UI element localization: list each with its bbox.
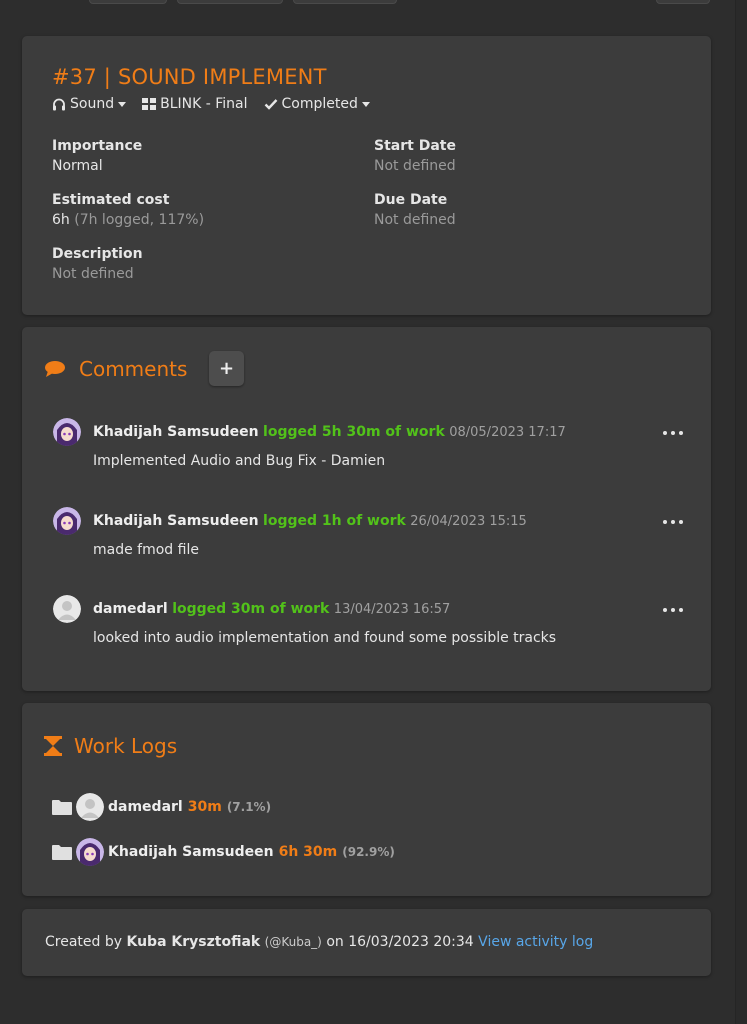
created-date: on 16/03/2023 20:34 bbox=[326, 934, 474, 950]
estimated-cost-field: Estimated cost 6h (7h logged, 117%) bbox=[52, 190, 204, 230]
creator-handle: (@Kuba_) bbox=[264, 935, 322, 949]
worklog-row[interactable]: Khadijah Samsudeen 6h 30m (92.9%) bbox=[52, 838, 395, 866]
comment-logged-work: logged 5h 30m of work bbox=[263, 424, 445, 440]
hourglass-icon bbox=[44, 736, 62, 756]
created-by-label: Created by bbox=[45, 934, 123, 950]
creator-name[interactable]: Kuba Krysztofiak bbox=[126, 934, 260, 950]
task-meta-row: Sound BLINK - Final Completed bbox=[52, 96, 386, 112]
user-avatar[interactable] bbox=[53, 418, 81, 446]
category-dropdown[interactable]: Sound bbox=[52, 96, 127, 112]
description-value: Not defined bbox=[52, 266, 134, 282]
estimated-cost-label: Estimated cost bbox=[52, 192, 170, 208]
top-tab-1[interactable] bbox=[89, 0, 167, 4]
comments-panel: Comments + Khadijah Samsudeen logged 5h … bbox=[22, 327, 711, 691]
top-tab-2[interactable] bbox=[177, 0, 283, 4]
comment-header: Khadijah Samsudeen logged 1h of work 26/… bbox=[93, 513, 527, 529]
more-options-icon[interactable] bbox=[663, 605, 683, 615]
due-date-label: Due Date bbox=[374, 192, 448, 208]
more-options-icon[interactable] bbox=[663, 517, 683, 527]
worklog-user: damedarl bbox=[108, 799, 183, 815]
board-link[interactable]: BLINK - Final bbox=[142, 96, 248, 112]
worklogs-title: Work Logs bbox=[74, 734, 178, 758]
user-avatar bbox=[76, 793, 104, 821]
worklog-percent: (7.1%) bbox=[226, 800, 272, 814]
worklog-percent: (92.9%) bbox=[342, 845, 395, 859]
comments-header: Comments bbox=[44, 357, 187, 381]
description-field: Description Not defined bbox=[52, 244, 143, 284]
created-info-panel: Created by Kuba Krysztofiak (@Kuba_) on … bbox=[22, 909, 711, 976]
comment-text: looked into audio implementation and fou… bbox=[93, 630, 557, 646]
estimated-cost-value-row: 6h (7h logged, 117%) bbox=[52, 210, 204, 230]
category-label: Sound bbox=[70, 96, 115, 112]
user-avatar[interactable] bbox=[53, 595, 81, 623]
comment-header: damedarl logged 30m of work 13/04/2023 1… bbox=[93, 601, 450, 617]
worklog-user: Khadijah Samsudeen bbox=[108, 844, 274, 860]
comment-author[interactable]: Khadijah Samsudeen bbox=[93, 424, 259, 440]
status-dropdown[interactable]: Completed bbox=[264, 96, 370, 112]
worklogs-header: Work Logs bbox=[44, 734, 177, 758]
top-tab-4[interactable] bbox=[656, 0, 710, 4]
comment-timestamp: 08/05/2023 17:17 bbox=[449, 425, 566, 440]
plus-icon: + bbox=[218, 357, 235, 379]
chevron-down-icon bbox=[361, 102, 370, 107]
comment-text: Implemented Audio and Bug Fix - Damien bbox=[93, 453, 386, 469]
created-info: Created by Kuba Krysztofiak (@Kuba_) on … bbox=[45, 934, 593, 950]
worklogs-panel: Work Logs damedarl 30m (7.1%) Khadijah S… bbox=[22, 703, 711, 896]
board-grid-icon bbox=[142, 98, 157, 110]
folder-icon bbox=[52, 845, 72, 860]
description-label: Description bbox=[52, 246, 143, 262]
estimated-cost-logged: (7h logged, 117%) bbox=[74, 212, 205, 228]
start-date-value: Not defined bbox=[374, 158, 456, 174]
comment-author[interactable]: damedarl bbox=[93, 601, 168, 617]
view-activity-log-link[interactable]: View activity log bbox=[478, 934, 593, 950]
importance-value: Normal bbox=[52, 158, 103, 174]
comment-timestamp: 13/04/2023 16:57 bbox=[333, 602, 451, 617]
user-avatar[interactable] bbox=[53, 507, 81, 535]
task-details-panel: #37 | SOUND IMPLEMENT Sound BLINK - Fina… bbox=[22, 36, 711, 315]
check-icon bbox=[264, 99, 277, 110]
top-tab-3[interactable] bbox=[293, 0, 397, 4]
worklog-row[interactable]: damedarl 30m (7.1%) bbox=[52, 793, 271, 821]
comment-header: Khadijah Samsudeen logged 5h 30m of work… bbox=[93, 424, 566, 440]
due-date-value: Not defined bbox=[374, 212, 456, 228]
comment-bubble-icon bbox=[45, 361, 65, 377]
worklog-duration: 6h 30m bbox=[278, 844, 338, 860]
worklog-duration: 30m bbox=[187, 799, 222, 815]
due-date-field: Due Date Not defined bbox=[374, 190, 456, 230]
more-options-icon[interactable] bbox=[663, 428, 683, 438]
importance-label: Importance bbox=[52, 138, 143, 154]
status-label: Completed bbox=[281, 96, 358, 112]
comment-logged-work: logged 30m of work bbox=[172, 601, 330, 617]
comment-timestamp: 26/04/2023 15:15 bbox=[410, 514, 527, 529]
start-date-field: Start Date Not defined bbox=[374, 136, 456, 176]
folder-icon bbox=[52, 800, 72, 815]
scrollbar[interactable] bbox=[735, 0, 747, 1024]
comments-title: Comments bbox=[79, 357, 188, 381]
chevron-down-icon bbox=[118, 102, 127, 107]
comment-author[interactable]: Khadijah Samsudeen bbox=[93, 513, 259, 529]
estimated-cost-value: 6h bbox=[52, 212, 70, 228]
headphones-icon bbox=[53, 98, 65, 110]
task-title: #37 | SOUND IMPLEMENT bbox=[52, 65, 327, 89]
start-date-label: Start Date bbox=[374, 138, 456, 154]
importance-field: Importance Normal bbox=[52, 136, 142, 176]
comment-logged-work: logged 1h of work bbox=[263, 513, 406, 529]
board-label: BLINK - Final bbox=[160, 96, 248, 112]
comment-text: made fmod file bbox=[93, 542, 199, 558]
user-avatar bbox=[76, 838, 104, 866]
add-comment-button[interactable]: + bbox=[209, 351, 244, 386]
